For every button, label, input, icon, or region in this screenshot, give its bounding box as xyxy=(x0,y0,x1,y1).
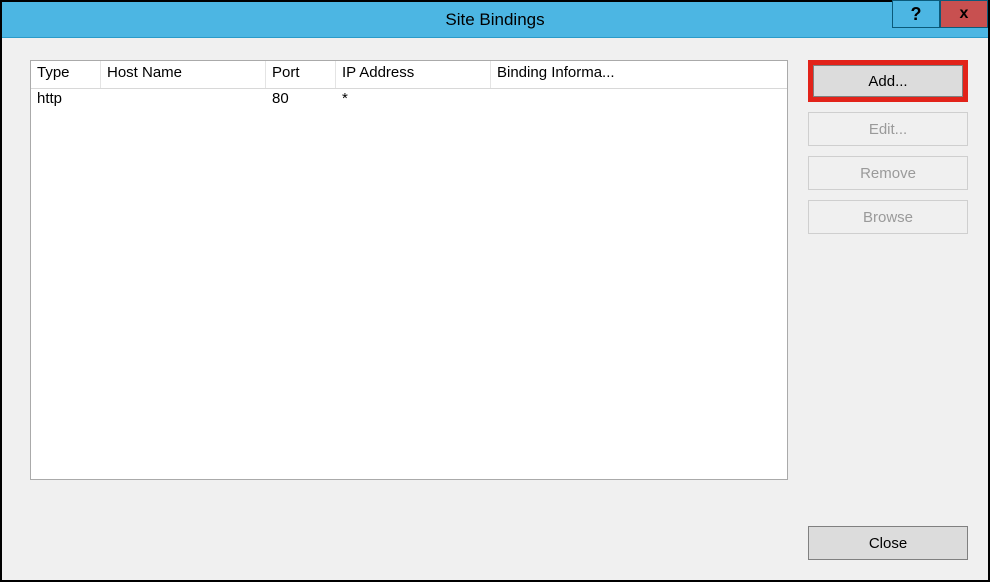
help-button[interactable]: ? xyxy=(892,0,940,28)
bindings-table[interactable]: Type Host Name Port IP Address Binding I… xyxy=(30,60,788,480)
table-row[interactable]: http 80 * xyxy=(31,89,787,113)
table-header-row: Type Host Name Port IP Address Binding I… xyxy=(31,61,787,89)
titlebar-controls: ? x xyxy=(892,0,988,28)
table-body: http 80 * xyxy=(31,89,787,479)
column-header-port[interactable]: Port xyxy=(266,61,336,88)
cell-binding xyxy=(491,89,787,113)
highlight-add: Add... xyxy=(808,60,968,102)
button-column: Add... Edit... Remove Browse Close xyxy=(808,60,968,560)
titlebar: Site Bindings ? x xyxy=(2,2,988,38)
cell-port: 80 xyxy=(266,89,336,113)
column-header-binding[interactable]: Binding Informa... xyxy=(491,61,787,88)
edit-button: Edit... xyxy=(808,112,968,146)
dialog-window: Site Bindings ? x Type Host Name Port IP… xyxy=(0,0,990,582)
cell-host xyxy=(101,89,266,113)
remove-button: Remove xyxy=(808,156,968,190)
cell-ip: * xyxy=(336,89,491,113)
client-area: Type Host Name Port IP Address Binding I… xyxy=(2,38,988,580)
spacer xyxy=(808,244,968,486)
add-button[interactable]: Add... xyxy=(813,65,963,97)
column-header-ip[interactable]: IP Address xyxy=(336,61,491,88)
cell-type: http xyxy=(31,89,101,113)
window-title: Site Bindings xyxy=(2,2,988,38)
column-header-host[interactable]: Host Name xyxy=(101,61,266,88)
column-header-type[interactable]: Type xyxy=(31,61,101,88)
window-close-button[interactable]: x xyxy=(940,0,988,28)
close-button[interactable]: Close xyxy=(808,526,968,560)
browse-button: Browse xyxy=(808,200,968,234)
